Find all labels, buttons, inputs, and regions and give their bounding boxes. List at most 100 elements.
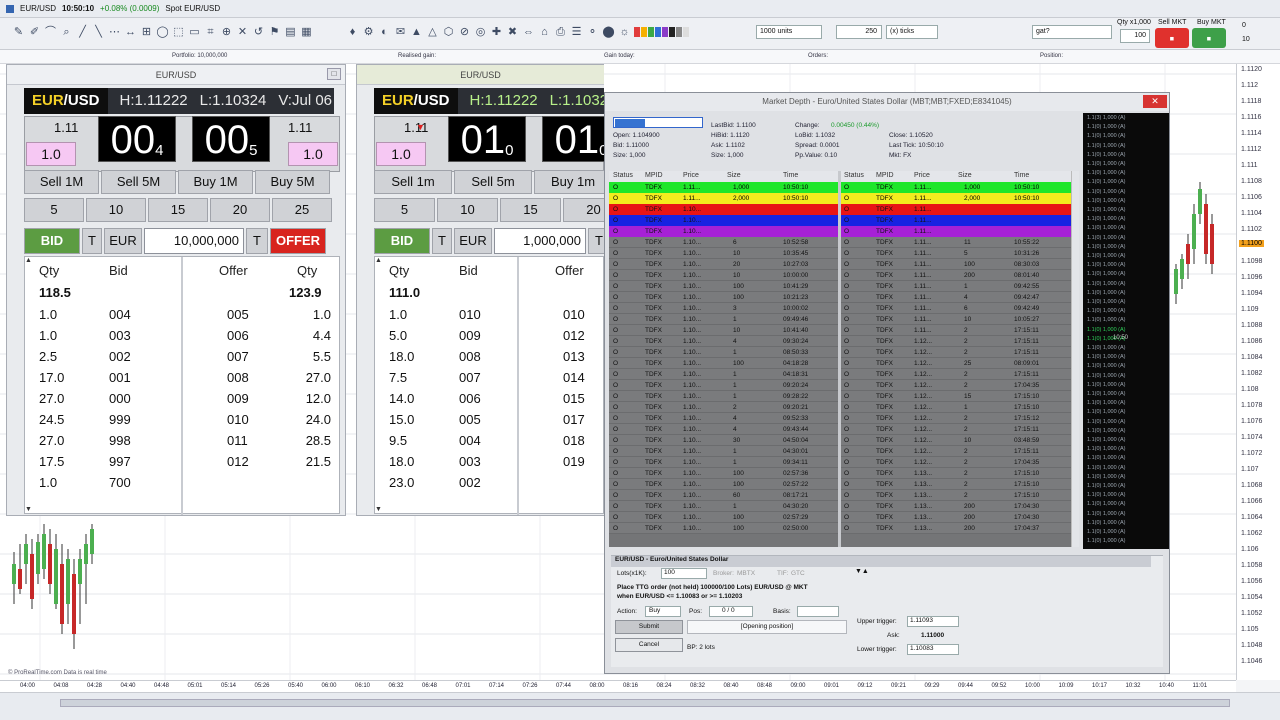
ladder1-ask-price[interactable]: 005: [192, 116, 270, 162]
bottom-scrollbar[interactable]: [0, 692, 1280, 720]
bid-level-price[interactable]: 003: [459, 454, 481, 469]
ladder2-sell1-button[interactable]: Sell 1m: [374, 170, 452, 194]
ladder1-sell1-button[interactable]: Sell 1M: [24, 170, 99, 194]
offer-level-price[interactable]: 018: [563, 433, 585, 448]
undo-tool-icon[interactable]: ↺: [252, 25, 265, 39]
units-select[interactable]: 1000 units: [756, 25, 822, 39]
price-axis[interactable]: 1.1120 1.112 1.1118 1.1116 1.1114 1.1112 1.111…: [1236, 64, 1280, 680]
plus-tool-icon[interactable]: ✚: [490, 25, 503, 39]
ask-header-status[interactable]: Status: [844, 172, 864, 179]
offer-level-price[interactable]: 010: [227, 412, 249, 427]
triangle-tool-icon[interactable]: ▲: [410, 25, 423, 39]
circle-tool-icon[interactable]: ◯: [156, 25, 169, 39]
bid-level-price[interactable]: 001: [109, 370, 131, 385]
bid-level-price[interactable]: 002: [109, 349, 131, 364]
bid-header-size[interactable]: Size: [727, 172, 741, 179]
ladder2-bid-price[interactable]: 010: [448, 116, 526, 162]
broker-select[interactable]: MBTX: [737, 570, 755, 577]
order-qty-input[interactable]: 100: [1120, 29, 1150, 43]
ticks-unit-select[interactable]: (x) ticks: [886, 25, 938, 39]
ladder2-currency-button[interactable]: EUR: [454, 228, 492, 254]
bid-level-price[interactable]: 005: [459, 412, 481, 427]
ladder1-quantity-input[interactable]: 10,000,000: [144, 228, 244, 254]
offer-level-price[interactable]: 019: [563, 454, 585, 469]
delete-tool-icon[interactable]: ✕: [236, 25, 249, 39]
color-swatch[interactable]: [683, 27, 689, 37]
bid-level-qty[interactable]: 14.0: [389, 391, 414, 406]
ladder1-bid-button[interactable]: BID: [24, 228, 80, 254]
dot-tool-icon[interactable]: ⚬: [586, 25, 599, 39]
arrows-tool-icon[interactable]: ⇔: [522, 25, 535, 39]
zoom-tool-icon[interactable]: ⌕: [60, 25, 73, 39]
target-tool-icon[interactable]: ◎: [474, 25, 487, 39]
pencil-tool-icon[interactable]: ✎: [12, 25, 25, 39]
grid-tool-icon[interactable]: ⊞: [140, 25, 153, 39]
ladder1-buy1-button[interactable]: Buy 1M: [178, 170, 253, 194]
basis-select[interactable]: [797, 606, 839, 617]
ladder2-quantity-q15-button[interactable]: 15: [500, 198, 561, 222]
bid-header-status[interactable]: Status: [613, 172, 633, 179]
offer-level-price[interactable]: 012: [227, 454, 249, 469]
ask-header-mpid[interactable]: MPID: [876, 172, 894, 179]
order-arrow-icon[interactable]: ▼▲: [855, 568, 869, 575]
bid-level-qty[interactable]: 27.0: [39, 433, 64, 448]
bid-level-qty[interactable]: 7.5: [389, 370, 407, 385]
ask-header-size[interactable]: Size: [958, 172, 972, 179]
offer-level-qty[interactable]: 28.5: [295, 433, 331, 448]
ask-header-time[interactable]: Time: [1014, 172, 1029, 179]
tif-select[interactable]: GTC: [791, 570, 805, 577]
bid-level-qty[interactable]: 9.5: [389, 433, 407, 448]
bid-level-price[interactable]: 007: [459, 370, 481, 385]
offer-level-price[interactable]: 015: [563, 391, 585, 406]
ladder1-order-book[interactable]: Qty Bid Offer Qty 118.5 123.9 1.0 004 1.0 003 2.5 0…: [24, 256, 340, 515]
home-tool-icon[interactable]: ⌂: [538, 25, 551, 39]
submit-button[interactable]: Submit: [615, 620, 683, 634]
arc-tool-icon[interactable]: ⌒: [44, 25, 57, 39]
color-swatch[interactable]: [634, 27, 640, 37]
ladder1-quantity-q25-button[interactable]: 25: [272, 198, 332, 222]
sell-mkt-button[interactable]: ▪: [1155, 28, 1189, 48]
menu-tool-icon[interactable]: ☰: [570, 25, 583, 39]
bid-header-mpid[interactable]: MPID: [645, 172, 663, 179]
bid-level-qty[interactable]: 1.0: [39, 475, 57, 490]
bid-level-qty[interactable]: 5.0: [389, 328, 407, 343]
offer-level-qty[interactable]: 1.0: [295, 307, 331, 322]
ticks-input[interactable]: 250: [836, 25, 882, 39]
bid-level-qty[interactable]: 15.0: [389, 412, 414, 427]
ladder-1-close-button[interactable]: □: [327, 68, 341, 80]
ladder1-bid-size[interactable]: 1.0: [26, 142, 76, 166]
ladder2-quantity-q5-button[interactable]: 5: [374, 198, 435, 222]
ladder2-bid-size[interactable]: 1.0: [376, 142, 426, 166]
mail-tool-icon[interactable]: ✉: [394, 25, 407, 39]
depth-table[interactable]: Status MPID Price Size Time Status MPID Price Si…: [609, 171, 1071, 547]
ladder1-currency-button[interactable]: EUR: [104, 228, 142, 254]
multiply-tool-icon[interactable]: ✖: [506, 25, 519, 39]
bid-level-qty[interactable]: 27.0: [39, 391, 64, 406]
pen-tool-icon[interactable]: ✐: [28, 25, 41, 39]
offer-level-price[interactable]: 013: [563, 349, 585, 364]
ladder1-symbol[interactable]: EUR/USD: [24, 88, 108, 114]
offer-level-qty[interactable]: 4.4: [295, 328, 331, 343]
scroll-up-icon[interactable]: ▲: [25, 257, 32, 264]
color-swatch[interactable]: [648, 27, 654, 37]
ladder1-sell5-button[interactable]: Sell 5M: [101, 170, 176, 194]
offer-level-price[interactable]: 014: [563, 370, 585, 385]
ladder1-quantity-q15-button[interactable]: 15: [148, 198, 208, 222]
bid-level-qty[interactable]: 1.0: [39, 328, 57, 343]
ladder1-ask-size[interactable]: 1.0: [288, 142, 338, 166]
offer-level-price[interactable]: 006: [227, 328, 249, 343]
bid-level-qty[interactable]: 17.5: [39, 454, 64, 469]
offer-level-price[interactable]: 017: [563, 412, 585, 427]
buy-mkt-button[interactable]: ▪: [1192, 28, 1226, 48]
bid-level-qty[interactable]: 18.0: [389, 349, 414, 364]
scroll-down-icon[interactable]: ▼: [25, 506, 32, 513]
sun-tool-icon[interactable]: ☼: [618, 25, 631, 39]
offer-level-qty[interactable]: 21.5: [295, 454, 331, 469]
bid-level-price[interactable]: 006: [459, 391, 481, 406]
bid-level-price[interactable]: 004: [109, 307, 131, 322]
upper-trigger-input[interactable]: 1.11093: [907, 616, 959, 627]
ladder1-buy5-button[interactable]: Buy 5M: [255, 170, 330, 194]
color-swatch[interactable]: [669, 27, 675, 37]
time-axis[interactable]: 04:00 04:08 04:28 04:40 04:48 05:01 05:14 05:26…: [0, 680, 1236, 692]
hexagon-tool-icon[interactable]: ⬡: [442, 25, 455, 39]
